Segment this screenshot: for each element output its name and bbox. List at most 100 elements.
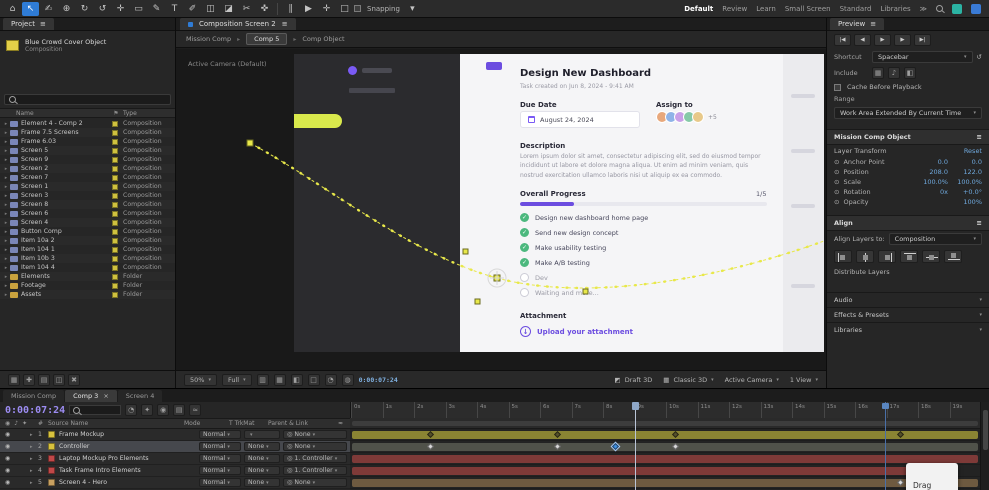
project-item-row[interactable]: ▸ Item 104 4 Composition: [0, 263, 175, 272]
stacked-panel-header[interactable]: Audio ▾: [827, 292, 989, 307]
app-blue-icon[interactable]: [971, 4, 981, 14]
label-color-chip[interactable]: [112, 211, 118, 217]
composition-marker[interactable]: [885, 402, 886, 490]
label-color-chip[interactable]: [112, 247, 118, 253]
search-workspaces-icon[interactable]: [936, 5, 943, 12]
resolution-dropdown[interactable]: Full ▾: [222, 374, 252, 386]
toolbar-tool-icon[interactable]: ↻: [76, 2, 93, 16]
timeline-layer-row[interactable]: ◉ ▸ 4 Task Frame Intro Elements Normal ▾…: [0, 465, 350, 477]
layer-visibility-toggle[interactable]: ◉: [5, 479, 10, 486]
parent-link-dropdown[interactable]: ◎ None ▾: [283, 442, 347, 451]
project-footer-icon[interactable]: ✚: [23, 374, 35, 386]
magnification-dropdown[interactable]: 50% ▾: [184, 374, 217, 386]
view-option-icon[interactable]: ▥: [257, 374, 269, 386]
tab-project[interactable]: Project ≡: [3, 18, 54, 30]
transport-button[interactable]: ◀: [854, 34, 871, 46]
playhead[interactable]: [635, 402, 636, 490]
breadcrumb-comp[interactable]: Comp 5: [246, 33, 287, 45]
property-value-y[interactable]: 122.0: [952, 168, 982, 176]
label-color-chip[interactable]: [112, 184, 118, 190]
project-item-row[interactable]: ▸ Screen 7 Composition: [0, 173, 175, 182]
transport-button[interactable]: ▶: [894, 34, 911, 46]
project-item-row[interactable]: ▸ Element 4 - Comp 2 Composition: [0, 119, 175, 128]
range-dropdown[interactable]: Work Area Extended By Current Time ▾: [834, 107, 982, 119]
workspace-tab[interactable]: Libraries: [880, 5, 910, 13]
checklist-item[interactable]: ✓ Design new dashboard home page: [520, 213, 648, 222]
renderer-control[interactable]: Active Camera ▾: [721, 376, 779, 384]
stopwatch-icon[interactable]: ⊙: [834, 198, 839, 206]
label-color-chip[interactable]: [112, 274, 118, 280]
twirl-icon[interactable]: ▸: [2, 265, 10, 271]
column-mode[interactable]: Mode: [184, 420, 229, 427]
pickwhip-icon[interactable]: ◎: [287, 455, 292, 462]
project-item-row[interactable]: ▸ Frame 6.03 Composition: [0, 137, 175, 146]
label-color-chip[interactable]: [112, 193, 118, 199]
label-color-chip[interactable]: [112, 256, 118, 262]
toolbar-tool-icon[interactable]: ↖: [22, 2, 39, 16]
parent-link-dropdown[interactable]: ◎ None ▾: [283, 430, 347, 439]
toolbar-tool-icon[interactable]: T: [166, 2, 183, 16]
label-color-chip[interactable]: [112, 265, 118, 271]
checkbox-icon[interactable]: [520, 273, 529, 282]
align-button[interactable]: [944, 250, 962, 263]
view-option-icon[interactable]: ◔: [325, 374, 337, 386]
twirl-icon[interactable]: ▸: [2, 175, 10, 181]
label-color-chip[interactable]: [112, 175, 118, 181]
timeline-layer-row[interactable]: ◉ ▸ 3 Laptop Mockup Pro Elements Normal …: [0, 453, 350, 465]
project-item-row[interactable]: ▸ Button Comp Composition: [0, 227, 175, 236]
checkbox-icon[interactable]: [520, 288, 529, 297]
timeline-scrollbar[interactable]: [980, 402, 989, 490]
twirl-icon[interactable]: ▸: [2, 247, 10, 253]
app-teal-icon[interactable]: [952, 4, 962, 14]
panel-menu-icon[interactable]: ≡: [40, 20, 46, 28]
timeline-option-icon[interactable]: ◉: [157, 404, 169, 416]
label-color-chip[interactable]: [112, 130, 118, 136]
project-item-row[interactable]: ▸ Screen 4 Composition: [0, 218, 175, 227]
twirl-icon[interactable]: ▸: [2, 283, 10, 289]
checkbox-icon[interactable]: ✓: [520, 243, 529, 252]
label-color-chip[interactable]: [112, 229, 118, 235]
twirl-icon[interactable]: ▸: [2, 166, 10, 172]
trkmat-dropdown[interactable]: None ▾: [244, 478, 280, 487]
twirl-icon[interactable]: ▸: [2, 274, 10, 280]
project-item-row[interactable]: ▸ Screen 2 Composition: [0, 164, 175, 173]
view-option-icon[interactable]: ▦: [274, 374, 286, 386]
layer-name[interactable]: Task Frame Intro Elements: [59, 467, 199, 474]
layer-color-chip[interactable]: [48, 431, 55, 438]
project-item-row[interactable]: ▸ Item 10b 3 Composition: [0, 254, 175, 263]
column-source-name[interactable]: Source Name: [48, 420, 184, 427]
panel-menu-icon[interactable]: ≡: [870, 20, 876, 28]
blend-mode-dropdown[interactable]: Normal ▾: [199, 442, 241, 451]
project-footer-icon[interactable]: ✖: [68, 374, 80, 386]
twirl-icon[interactable]: ▸: [2, 148, 10, 154]
timeline-layer-row[interactable]: ◉ ▸ 1 Frame Mockup Normal ▾ ▾ ◎ None ▾: [0, 429, 350, 441]
property-value-x[interactable]: 0x: [918, 188, 948, 196]
stopwatch-icon[interactable]: ⊙: [834, 188, 839, 196]
transport-button[interactable]: ▶|: [914, 34, 931, 46]
project-item-row[interactable]: ▸ Item 10a 2 Composition: [0, 236, 175, 245]
layer-name[interactable]: Laptop Mockup Pro Elements: [59, 455, 199, 462]
twirl-icon[interactable]: ▸: [2, 220, 10, 226]
renderer-control[interactable]: ▦ Classic 3D ▾: [663, 376, 713, 384]
timeline-tab[interactable]: Comp 3 ×: [65, 390, 117, 402]
label-color-chip[interactable]: [112, 148, 118, 154]
playhead-handle[interactable]: [632, 402, 639, 410]
workspace-tab[interactable]: Standard: [840, 5, 872, 13]
pickwhip-icon[interactable]: ◎: [287, 479, 292, 486]
parent-link-dropdown[interactable]: ◎ 1. Controller ▾: [283, 466, 347, 475]
audio-column-icon[interactable]: ♪: [14, 420, 18, 427]
twirl-icon[interactable]: ▸: [2, 184, 10, 190]
transform-group-label[interactable]: Layer Transform: [834, 147, 887, 155]
renderer-control[interactable]: 1 View ▾: [786, 376, 818, 384]
checkbox-icon[interactable]: ✓: [520, 228, 529, 237]
transport-button[interactable]: |◀: [834, 34, 851, 46]
project-item-row[interactable]: ▸ Frame 7.5 Screens Composition: [0, 128, 175, 137]
trkmat-dropdown[interactable]: None ▾: [244, 442, 280, 451]
stopwatch-icon[interactable]: ⊙: [834, 178, 839, 186]
twirl-icon[interactable]: ▸: [2, 121, 10, 127]
project-search-input[interactable]: [4, 94, 171, 105]
toolbar-tool-icon[interactable]: ↺: [94, 2, 111, 16]
label-color-chip[interactable]: [112, 166, 118, 172]
workspace-tab[interactable]: Default: [684, 5, 713, 13]
label-color-chip[interactable]: [112, 292, 118, 298]
